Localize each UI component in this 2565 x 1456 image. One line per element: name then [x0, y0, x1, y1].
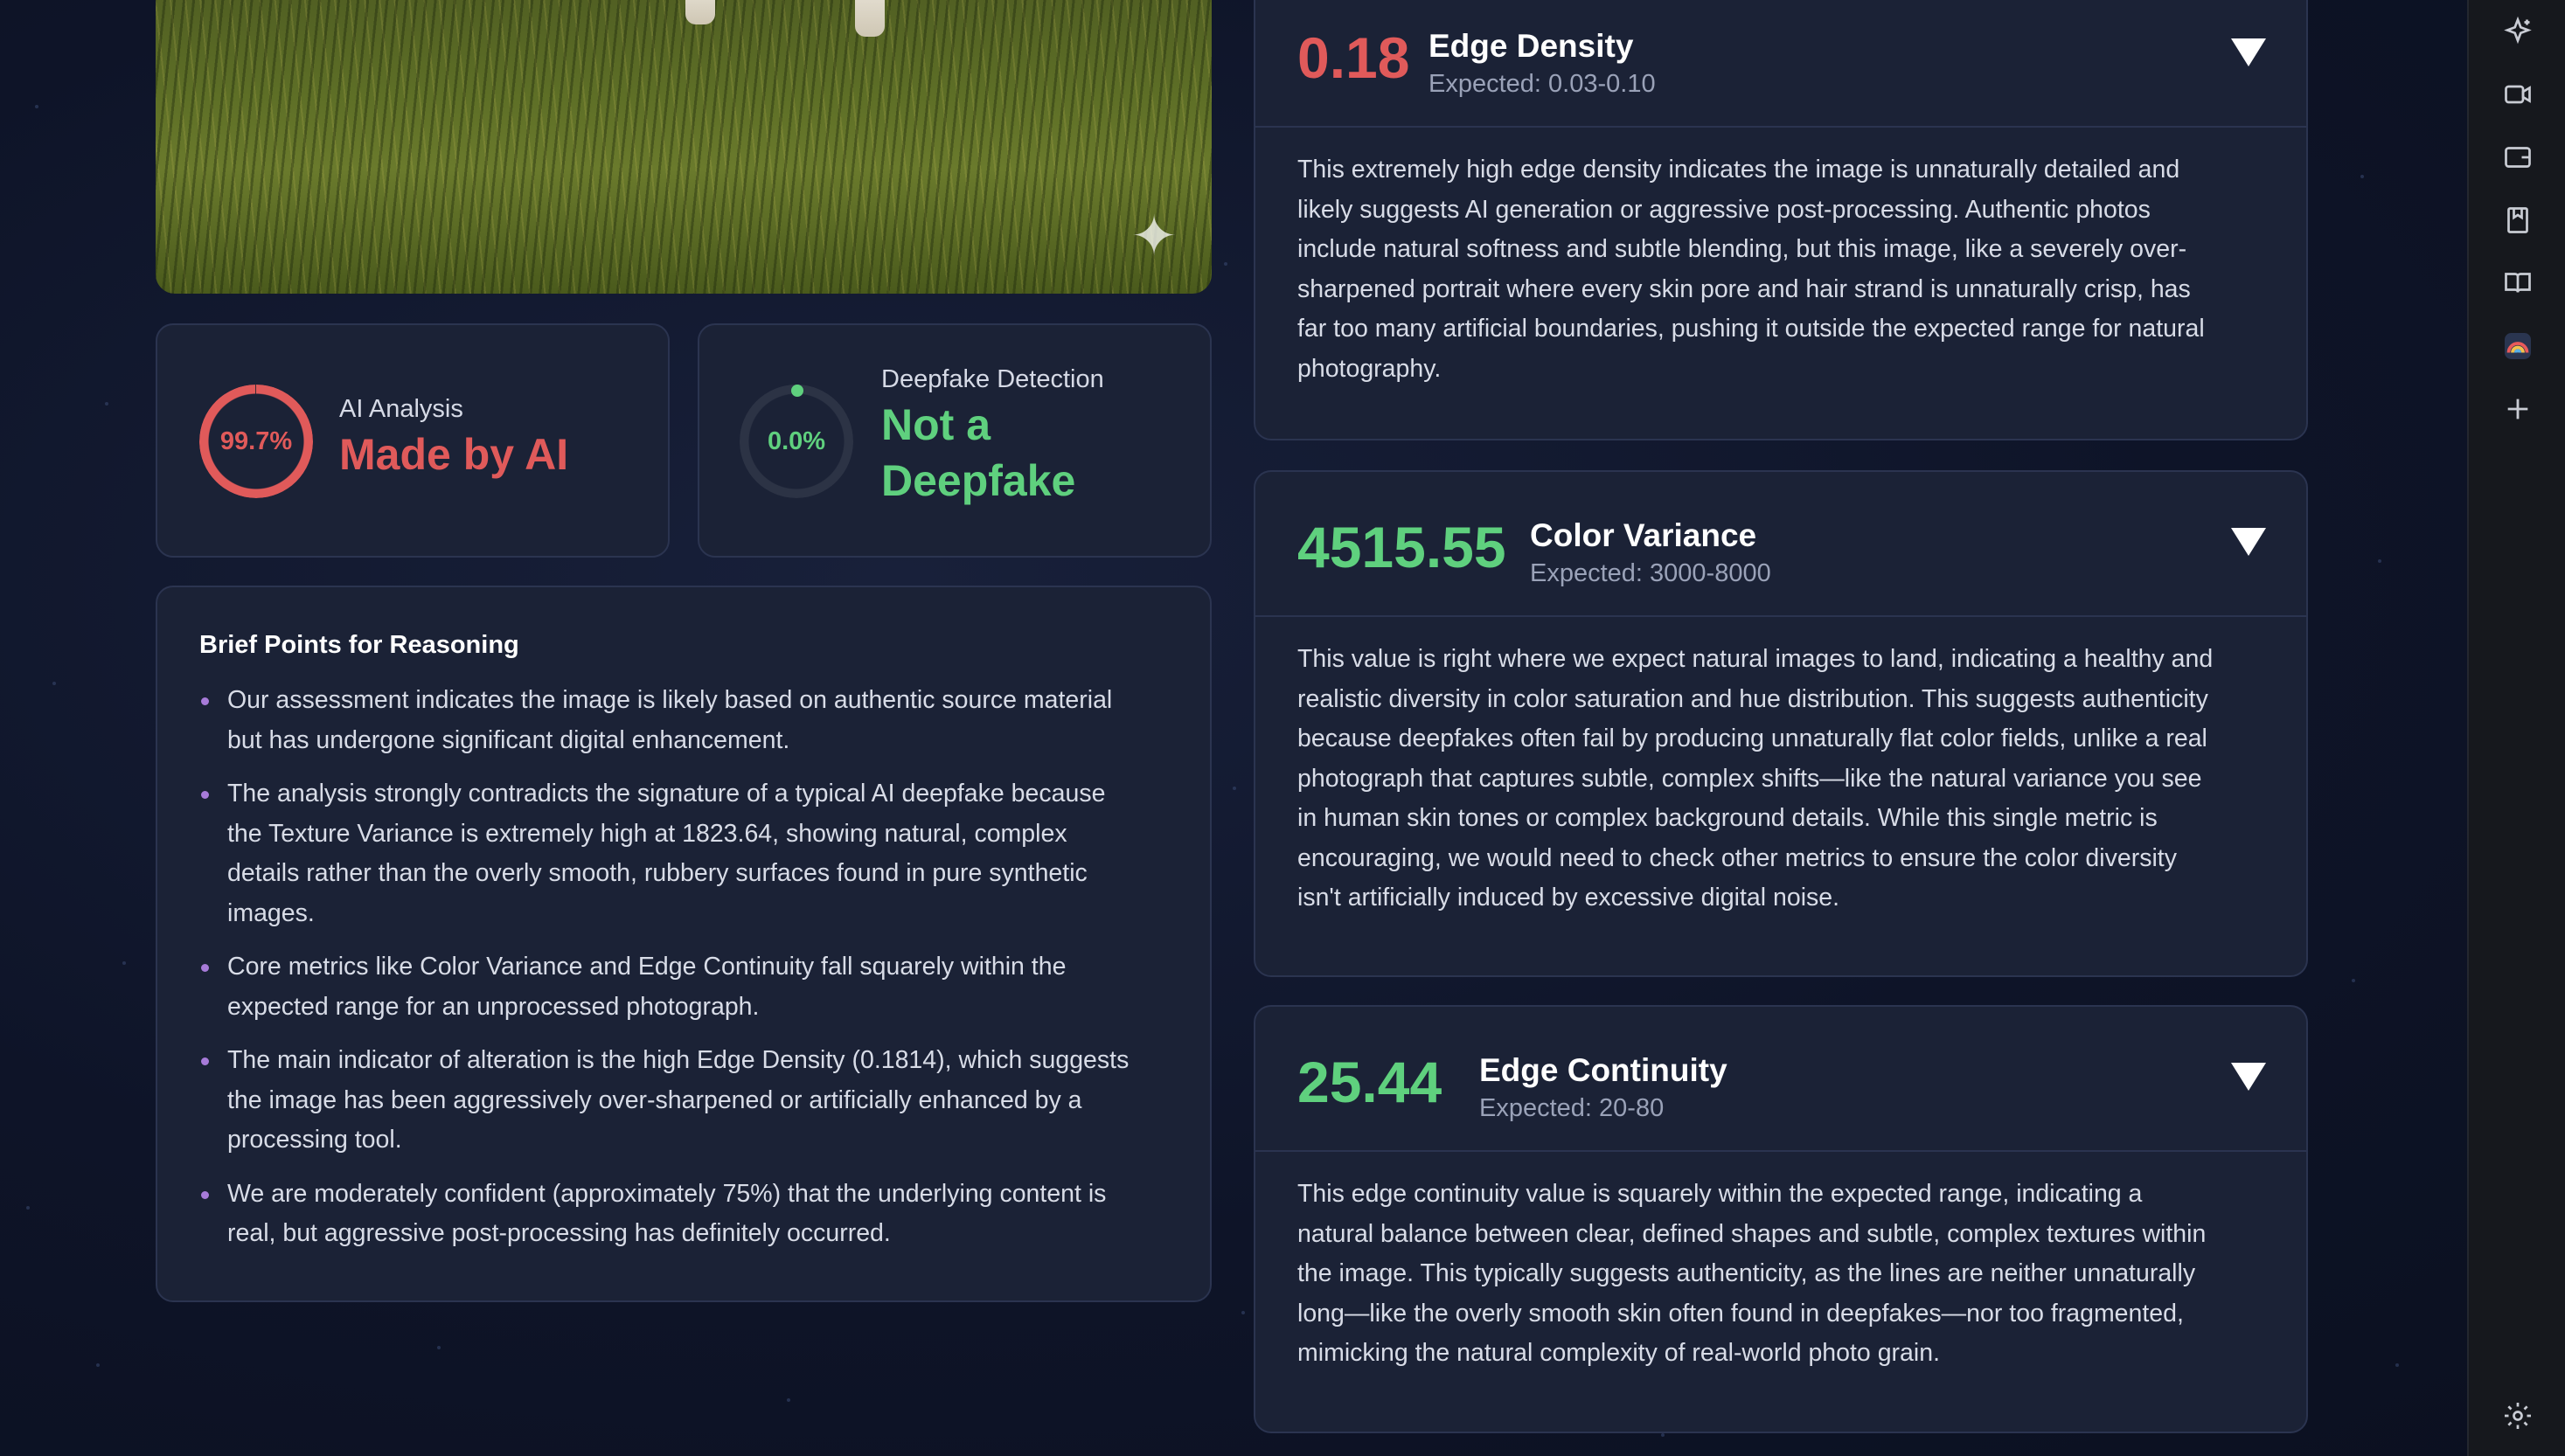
reasoning-line: The analysis strongly contradicts the si…: [227, 780, 1106, 808]
explanation-line: This value is right where we expect natu…: [1297, 645, 2214, 673]
animal-leg: [685, 0, 715, 24]
metric-expected-range: Expected: 20-80: [1479, 1094, 1665, 1122]
metric-title: Edge Density: [1428, 28, 1634, 64]
reasoning-line: Our assessment indicates the image is li…: [227, 686, 1113, 714]
deepfake-score-percent: 0.0%: [767, 426, 826, 455]
sparkle-icon[interactable]: [2500, 14, 2535, 49]
deepfake-caption: Deepfake Detection: [881, 365, 1104, 393]
explanation-line: long—like the overly smooth skin often f…: [1297, 1299, 2184, 1328]
ai-verdict: Made by AI: [339, 430, 569, 479]
ai-score-percent: 99.7%: [219, 426, 293, 455]
metric-explanation: This edge continuity value is squarely w…: [1255, 1152, 2306, 1374]
reasoning-point: Core metrics like Color Variance and Edg…: [199, 947, 1168, 1027]
reasoning-title: Brief Points for Reasoning: [199, 631, 519, 659]
settings-icon[interactable]: [2500, 1398, 2535, 1433]
bullet-icon: [201, 964, 209, 972]
animal-leg: [855, 0, 885, 37]
bullet-icon: [201, 1057, 209, 1065]
collapse-chevron-icon[interactable]: [2231, 528, 2266, 556]
reasoning-line: the Texture Variance is extremely high a…: [227, 819, 1067, 848]
metric-card-edge-density: 0.18 Edge Density Expected: 0.03-0.10 Th…: [1254, 0, 2308, 440]
metric-expected-range: Expected: 3000-8000: [1530, 559, 1771, 587]
metric-card-edge-continuity: 25.44 Edge Continuity Expected: 20-80 Th…: [1254, 1005, 2308, 1433]
reading-list-icon[interactable]: [2500, 266, 2535, 301]
reasoning-point: We are moderately confident (approximate…: [199, 1175, 1168, 1254]
ai-analysis-card: 99.7% AI Analysis Made by AI: [156, 323, 670, 558]
bullet-icon: [201, 697, 209, 705]
explanation-line: include natural softness and subtle blen…: [1297, 235, 2187, 263]
explanation-line: in human skin tones or complex backgroun…: [1297, 804, 2158, 832]
analyzed-image: ✦: [156, 0, 1212, 294]
explanation-line: far too many artificial boundaries, push…: [1297, 315, 2205, 343]
explanation-line: This extremely high edge density indicat…: [1297, 156, 2180, 184]
ai-analysis-caption: AI Analysis: [339, 395, 463, 423]
reasoning-point: The main indicator of alteration is the …: [199, 1041, 1168, 1161]
metric-expected-range: Expected: 0.03-0.10: [1428, 70, 1656, 98]
metric-explanation: This value is right where we expect natu…: [1255, 617, 2306, 919]
explanation-line: This edge continuity value is squarely w…: [1297, 1180, 2143, 1208]
video-icon[interactable]: [2500, 77, 2535, 112]
reasoning-line: expected range for an unprocessed photog…: [227, 992, 760, 1021]
sparkle-icon: ✦: [1130, 205, 1178, 267]
metric-explanation: This extremely high edge density indicat…: [1255, 128, 2306, 389]
metric-header[interactable]: 0.18 Edge Density Expected: 0.03-0.10: [1255, 0, 2306, 128]
reasoning-line: details rather than the overly smooth, r…: [227, 859, 1088, 887]
add-icon[interactable]: [2500, 392, 2535, 426]
reasoning-line: Core metrics like Color Variance and Edg…: [227, 953, 1067, 981]
explanation-line: likely suggests AI generation or aggress…: [1297, 195, 2151, 224]
reasoning-line: We are moderately confident (approximate…: [227, 1179, 1107, 1208]
explanation-line: isn't artificially induced by excessive …: [1297, 884, 1840, 912]
reasoning-point: Our assessment indicates the image is li…: [199, 681, 1168, 760]
deepfake-detection-card: 0.0% Deepfake Detection Not a Deepfake: [698, 323, 1212, 558]
metric-title: Color Variance: [1530, 517, 1757, 553]
metric-value: 25.44: [1297, 1050, 1442, 1114]
wallet-icon[interactable]: [2500, 140, 2535, 175]
browser-sidebar: [2467, 0, 2565, 1456]
bookmark-icon[interactable]: [2500, 203, 2535, 238]
reasoning-line: but has undergone significant digital en…: [227, 725, 790, 754]
reasoning-line: images.: [227, 898, 315, 927]
explanation-line: mimicking the natural complexity of real…: [1297, 1339, 1940, 1367]
explanation-line: photography.: [1297, 354, 1442, 383]
explanation-line: the image. This typically suggests authe…: [1297, 1259, 2196, 1287]
collapse-chevron-icon[interactable]: [2231, 38, 2266, 66]
reasoning-panel: Brief Points for Reasoning Our assessmen…: [156, 586, 1212, 1302]
reasoning-line: processing tool.: [227, 1126, 402, 1154]
reasoning-line: the image has been aggressively over-sha…: [227, 1085, 1082, 1114]
metric-header[interactable]: 25.44 Edge Continuity Expected: 20-80: [1255, 1007, 2306, 1152]
explanation-line: photograph that captures subtle, complex…: [1297, 764, 2202, 793]
explanation-line: encouraging, we would need to check othe…: [1297, 843, 2177, 872]
bullet-icon: [201, 791, 209, 799]
metric-title: Edge Continuity: [1479, 1052, 1727, 1088]
bullet-icon: [201, 1190, 209, 1199]
metric-card-color-variance: 4515.55 Color Variance Expected: 3000-80…: [1254, 470, 2308, 977]
reasoning-line: The main indicator of alteration is the …: [227, 1046, 1130, 1074]
metric-value: 4515.55: [1297, 515, 1506, 579]
collapse-chevron-icon[interactable]: [2231, 1063, 2266, 1091]
explanation-line: realistic diversity in color saturation …: [1297, 684, 2208, 713]
deepfake-verdict-line-2: Deepfake: [881, 456, 1076, 505]
deepfake-verdict-line-1: Not a: [881, 400, 991, 449]
explanation-line: sharpened portrait where every skin pore…: [1297, 274, 2191, 303]
rainbow-app-icon[interactable]: [2500, 329, 2535, 364]
reasoning-list: Our assessment indicates the image is li…: [199, 681, 1168, 1254]
explanation-line: because deepfakes often fail by producin…: [1297, 725, 2207, 752]
explanation-line: natural balance between clear, defined s…: [1297, 1219, 2207, 1248]
metric-value: 0.18: [1297, 25, 1410, 90]
reasoning-line: real, but aggressive post-processing has…: [227, 1219, 891, 1247]
metric-header[interactable]: 4515.55 Color Variance Expected: 3000-80…: [1255, 472, 2306, 617]
reasoning-point: The analysis strongly contradicts the si…: [199, 774, 1168, 933]
